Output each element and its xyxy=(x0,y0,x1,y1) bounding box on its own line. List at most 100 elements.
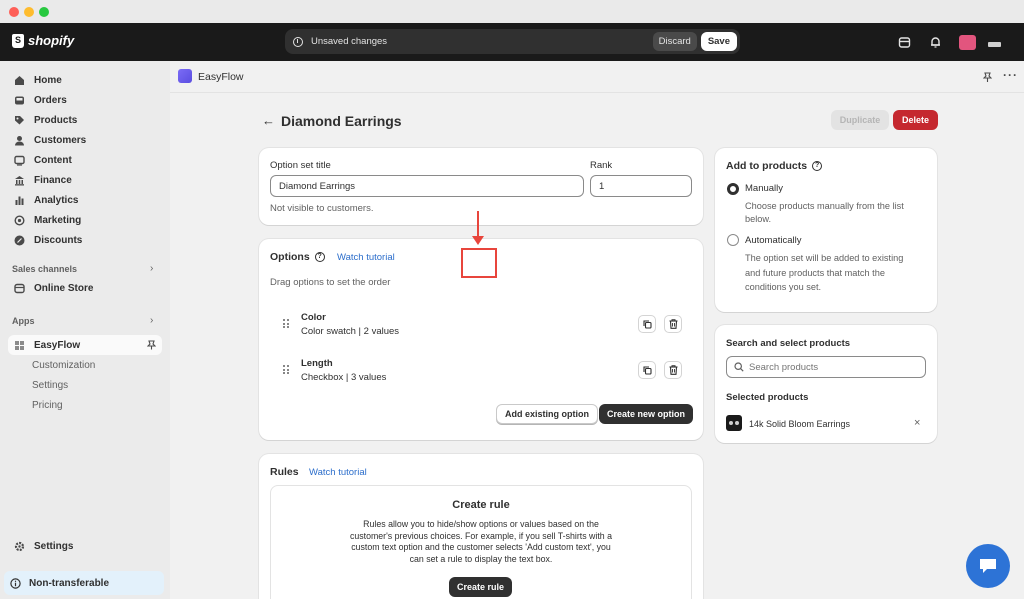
sidebar-item-marketing[interactable]: Marketing xyxy=(8,210,162,230)
delete-option-button[interactable] xyxy=(664,315,682,333)
trash-icon xyxy=(669,319,677,329)
rules-watch-tutorial-link[interactable]: Watch tutorial xyxy=(309,467,367,478)
trash-icon xyxy=(669,365,677,375)
sidebar-item-content[interactable]: Content xyxy=(8,150,162,170)
description-line: custom text option and the customer sele… xyxy=(351,542,611,552)
manual-radio[interactable] xyxy=(727,183,739,195)
pin-icon[interactable] xyxy=(147,340,156,350)
info-icon xyxy=(293,36,303,47)
search-products-input[interactable] xyxy=(749,360,921,374)
sidebar-subitem-customization[interactable]: Customization xyxy=(32,360,95,371)
sidebar-item-customers[interactable]: Customers xyxy=(8,130,162,150)
sidebar-item-settings[interactable]: Settings xyxy=(8,536,162,556)
more-options-icon[interactable]: ··· xyxy=(1003,68,1018,82)
automatic-radio-label[interactable]: Automatically xyxy=(745,235,802,246)
sidebar-item-analytics[interactable]: Analytics xyxy=(8,190,162,210)
search-icon xyxy=(734,362,744,372)
app-window: shopify Unsaved changes Discard Save Hom… xyxy=(0,0,1024,599)
options-heading-text: Options xyxy=(270,251,310,263)
rank-label: Rank xyxy=(590,160,613,171)
sidebar-item-easyflow[interactable]: EasyFlow xyxy=(8,335,162,355)
create-rule-description: Rules allow you to hide/show options or … xyxy=(271,519,691,565)
minimize-window-button[interactable] xyxy=(24,7,34,17)
delete-option-button[interactable] xyxy=(664,361,682,379)
create-rule-box: Create rule Rules allow you to hide/show… xyxy=(270,485,692,599)
description-line: customer's previous choices. For example… xyxy=(349,530,613,541)
sidebar-item-label: Settings xyxy=(34,540,74,552)
sidebar-item-orders[interactable]: Orders xyxy=(8,90,162,110)
save-button[interactable]: Save xyxy=(700,32,737,51)
top-bar: shopify Unsaved changes Discard Save xyxy=(0,23,1024,61)
close-window-button[interactable] xyxy=(9,7,19,17)
sidebar: Home Orders Products Customers Content F… xyxy=(0,61,170,599)
discard-button[interactable]: Discard xyxy=(652,32,697,51)
description-line: can set a rule to display the text box. xyxy=(409,553,553,564)
bell-icon[interactable] xyxy=(929,36,942,48)
delete-button[interactable]: Delete xyxy=(893,110,938,130)
create-rule-button[interactable]: Create rule xyxy=(449,577,513,597)
remove-product-icon[interactable]: × xyxy=(914,417,920,429)
sidebar-subitem-settings[interactable]: Settings xyxy=(32,380,68,391)
content-icon xyxy=(14,155,25,166)
copy-icon xyxy=(642,365,652,375)
app-title: EasyFlow xyxy=(198,71,244,83)
drag-handle-icon[interactable] xyxy=(283,319,289,328)
product-thumbnail xyxy=(726,415,742,431)
chevron-right-icon[interactable]: › xyxy=(150,315,153,326)
easyflow-app-icon xyxy=(178,69,192,83)
selected-products-heading: Selected products xyxy=(726,392,809,403)
option-set-title-input[interactable]: Diamond Earrings xyxy=(270,175,584,197)
sidebar-item-online-store[interactable]: Online Store xyxy=(8,278,162,298)
sidebar-item-label: Orders xyxy=(34,94,67,106)
avatar[interactable] xyxy=(959,35,976,50)
options-watch-tutorial-link[interactable]: Watch tutorial xyxy=(337,252,395,263)
duplicate-option-button[interactable] xyxy=(638,361,656,379)
description-line: conditions you set. xyxy=(745,282,822,292)
info-icon xyxy=(10,577,21,589)
shopify-logo[interactable]: shopify xyxy=(12,33,74,48)
drag-handle-icon[interactable] xyxy=(283,365,289,374)
duplicate-option-button[interactable] xyxy=(638,315,656,333)
automatic-radio[interactable] xyxy=(727,234,739,246)
page-title: Diamond Earrings xyxy=(281,113,402,129)
create-new-option-button[interactable]: Create new option xyxy=(599,404,694,424)
non-transferable-badge[interactable]: Non-transferable xyxy=(4,571,164,595)
sidebar-item-products[interactable]: Products xyxy=(8,110,162,130)
description-line: Rules allow you to hide/show options or … xyxy=(363,519,599,529)
option-name: Color xyxy=(301,312,326,323)
help-icon[interactable]: ? xyxy=(812,161,823,172)
sidebar-subitem-pricing[interactable]: Pricing xyxy=(32,400,63,411)
target-icon xyxy=(14,214,25,226)
sidebar-item-label: Content xyxy=(34,154,72,166)
sidebar-item-finance[interactable]: Finance xyxy=(8,170,162,190)
window-titlebar xyxy=(0,0,1024,23)
store-icon[interactable] xyxy=(898,36,911,48)
add-to-products-heading-text: Add to products xyxy=(726,160,808,172)
back-arrow-icon[interactable]: ← xyxy=(262,113,275,128)
sidebar-item-discounts[interactable]: Discounts xyxy=(8,230,162,250)
sidebar-item-label: Online Store xyxy=(34,282,94,294)
sidebar-item-home[interactable]: Home xyxy=(8,70,162,90)
option-set-card: Option set title Diamond Earrings Rank 1… xyxy=(259,148,703,225)
main-content: EasyFlow ··· ← Diamond Earrings Duplicat… xyxy=(170,61,1024,599)
unsaved-changes-bar: Unsaved changes Discard Save xyxy=(285,29,740,54)
annotation-arrowhead xyxy=(472,236,484,245)
non-transferable-label: Non-transferable xyxy=(29,577,110,589)
chart-icon xyxy=(15,196,24,205)
pin-icon[interactable] xyxy=(983,72,992,83)
maximize-window-button[interactable] xyxy=(39,7,49,17)
discount-icon xyxy=(14,235,25,245)
manual-radio-label[interactable]: Manually xyxy=(745,183,783,194)
chevron-right-icon[interactable]: › xyxy=(150,263,153,274)
rank-input[interactable]: 1 xyxy=(590,175,692,197)
store-name-chip[interactable] xyxy=(988,42,1001,47)
sidebar-item-label: Discounts xyxy=(34,234,83,246)
options-heading: Options? xyxy=(270,251,325,263)
chat-button[interactable] xyxy=(966,544,1010,588)
help-icon[interactable]: ? xyxy=(314,252,325,263)
duplicate-button[interactable]: Duplicate xyxy=(831,110,889,130)
add-existing-option-button[interactable]: Add existing option xyxy=(496,404,598,424)
copy-icon xyxy=(642,319,652,329)
brand-name: shopify xyxy=(28,33,75,48)
option-detail: Checkbox | 3 values xyxy=(301,372,387,383)
